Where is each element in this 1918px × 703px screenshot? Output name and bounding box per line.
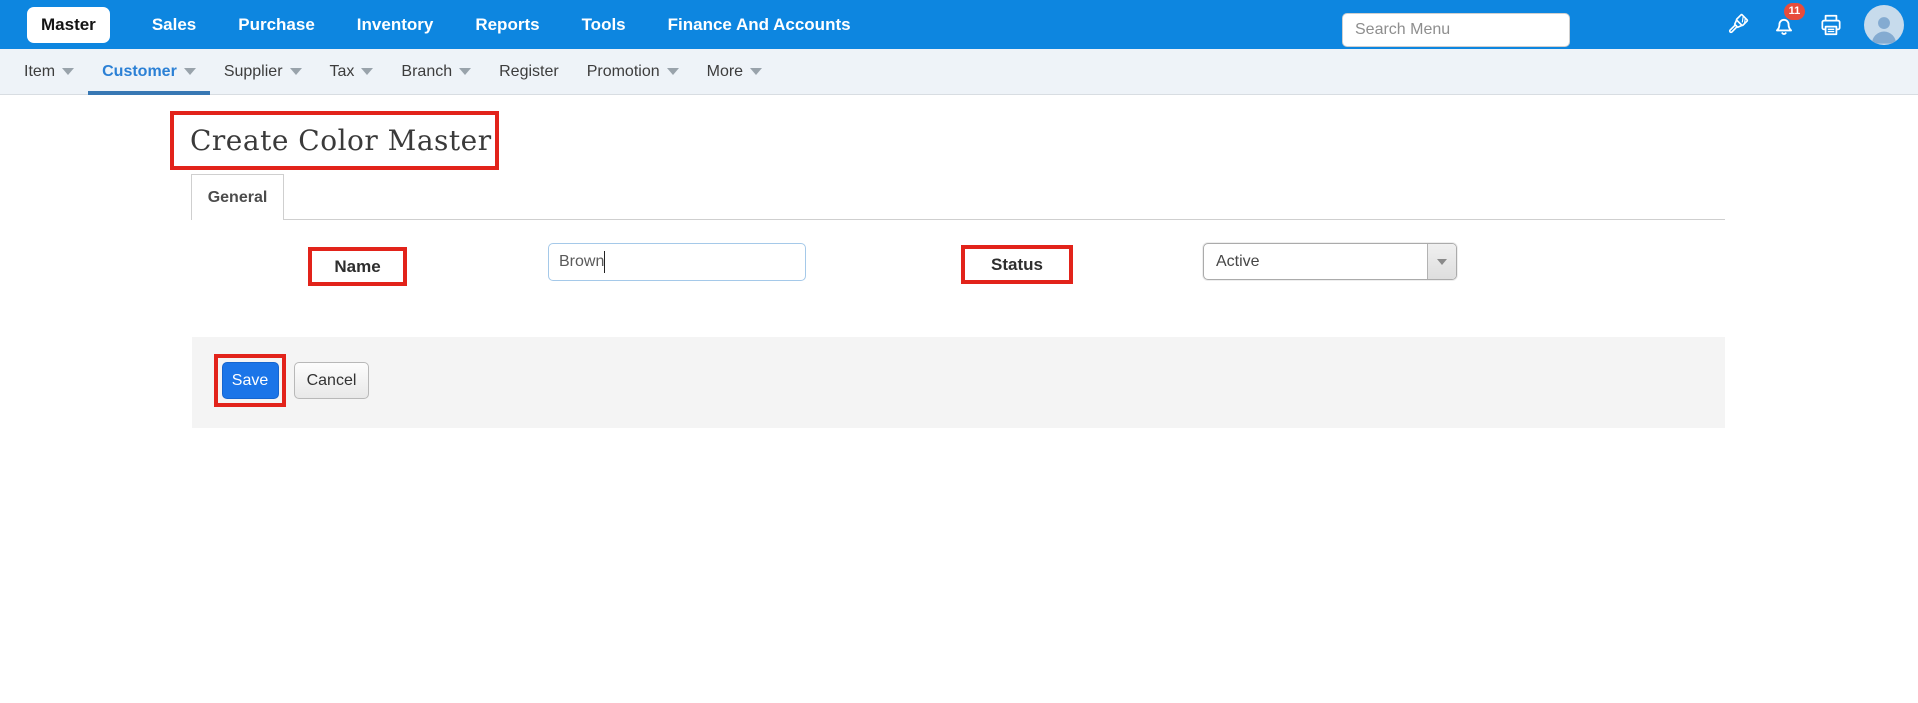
chevron-down-icon xyxy=(750,68,763,75)
search-wrap xyxy=(1342,13,1570,47)
sub-nav-item-promotion[interactable]: Promotion xyxy=(573,49,693,94)
sub-nav-item-more[interactable]: More xyxy=(693,49,776,94)
top-nav-item-finance-and-accounts[interactable]: Finance And Accounts xyxy=(668,15,851,35)
chevron-down-icon xyxy=(183,68,196,75)
text-cursor xyxy=(604,251,605,273)
tab-strip-divider xyxy=(191,219,1725,220)
top-bar: Master Sales Purchase Inventory Reports … xyxy=(0,0,1918,49)
sub-nav-item-label: Promotion xyxy=(586,62,660,80)
avatar[interactable] xyxy=(1864,4,1904,45)
status-field-label: Status xyxy=(991,254,1043,274)
sub-nav-item-supplier[interactable]: Supplier xyxy=(210,49,316,94)
sub-nav: Item Customer Supplier Tax Branch Regist… xyxy=(0,49,1918,95)
chevron-down-icon xyxy=(62,68,75,75)
search-input[interactable] xyxy=(1342,13,1570,47)
paintbrush-icon[interactable] xyxy=(1723,11,1751,39)
sub-nav-item-label: Branch xyxy=(401,62,453,80)
sub-nav-item-label: Register xyxy=(499,62,559,80)
top-nav-item-reports[interactable]: Reports xyxy=(475,15,539,35)
name-field-label: Name xyxy=(334,256,381,276)
status-select-arrow-button[interactable] xyxy=(1427,244,1456,279)
sub-nav-item-label: Tax xyxy=(329,62,355,80)
sub-nav-item-label: Customer xyxy=(102,62,177,80)
cancel-button[interactable]: Cancel xyxy=(294,362,369,399)
sub-nav-item-register[interactable]: Register xyxy=(485,49,573,94)
tab-general[interactable]: General xyxy=(191,174,284,220)
status-select-value: Active xyxy=(1216,252,1260,270)
chevron-down-icon xyxy=(1437,258,1447,265)
annotation-box-status: Status xyxy=(961,245,1073,284)
annotation-box-name: Name xyxy=(308,247,407,286)
chevron-down-icon xyxy=(666,68,679,75)
chevron-down-icon xyxy=(289,68,302,75)
page-title: Create Color Master xyxy=(190,124,492,157)
name-input-wrap xyxy=(548,243,806,281)
main-content: Create Color Master General Name Status … xyxy=(0,95,1918,703)
status-select[interactable]: Active xyxy=(1203,243,1457,280)
chevron-down-icon xyxy=(459,68,472,75)
sub-nav-item-customer[interactable]: Customer xyxy=(88,49,210,95)
notification-badge: 11 xyxy=(1784,2,1805,20)
top-nav: Master Sales Purchase Inventory Reports … xyxy=(27,6,851,43)
sub-nav-item-label: Supplier xyxy=(223,62,283,80)
sub-nav-item-tax[interactable]: Tax xyxy=(316,49,388,94)
top-nav-item-purchase[interactable]: Purchase xyxy=(238,15,315,35)
annotation-box-title: Create Color Master xyxy=(170,111,499,170)
top-nav-item-inventory[interactable]: Inventory xyxy=(357,15,434,35)
top-nav-item-sales[interactable]: Sales xyxy=(152,15,196,35)
save-button[interactable]: Save xyxy=(221,362,279,399)
printer-icon[interactable] xyxy=(1817,11,1845,39)
bell-icon[interactable]: 11 xyxy=(1770,2,1805,39)
top-nav-item-tools[interactable]: Tools xyxy=(582,15,626,35)
top-icons: 11 xyxy=(1723,0,1904,49)
sub-nav-item-label: More xyxy=(706,62,744,80)
form-action-bar: Save Cancel xyxy=(192,337,1725,428)
name-input[interactable] xyxy=(548,243,806,281)
annotation-box-save: Save xyxy=(214,354,286,407)
chevron-down-icon xyxy=(361,68,374,75)
sub-nav-item-branch[interactable]: Branch xyxy=(387,49,485,94)
sub-nav-item-item[interactable]: Item xyxy=(10,49,88,94)
sub-nav-item-label: Item xyxy=(24,62,56,80)
top-nav-item-master[interactable]: Master xyxy=(27,6,110,43)
